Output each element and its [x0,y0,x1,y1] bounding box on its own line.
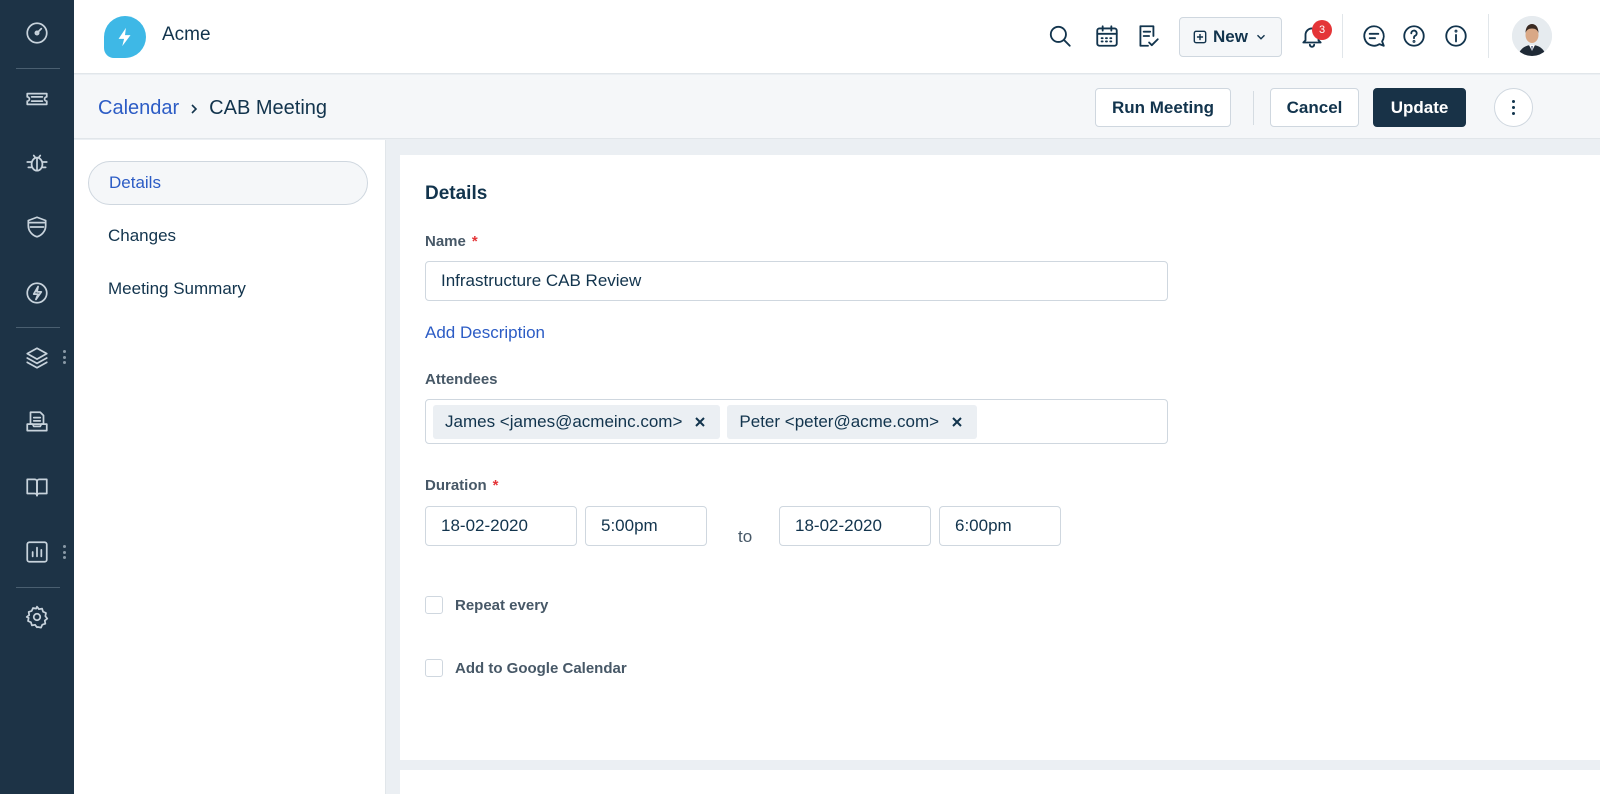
gear-icon[interactable] [22,602,52,632]
section-nav: Details Changes Meeting Summary [74,140,386,794]
to-label: to [738,527,753,546]
add-description-link[interactable]: Add Description [425,323,545,343]
bug-icon[interactable] [22,147,52,177]
section-title: Details [425,183,488,204]
lightning-icon[interactable] [22,278,52,308]
name-label-text: Name [425,233,466,250]
page-header: Calendar CAB Meeting Run Meeting Cancel … [74,75,1600,139]
calendar-icon[interactable] [1091,20,1123,52]
duration-label-text: Duration [425,477,487,494]
end-time-input[interactable] [939,506,1061,546]
breadcrumb: Calendar CAB Meeting [98,97,327,120]
header-divider [1253,91,1254,125]
ticket-icon[interactable] [22,84,52,114]
attendees-label: Attendees [425,371,498,388]
info-icon[interactable] [1440,20,1472,52]
avatar[interactable] [1512,16,1552,56]
rail-more-dots[interactable] [62,545,66,559]
topbar-divider [1488,14,1489,58]
run-meeting-button[interactable]: Run Meeting [1095,88,1231,127]
chevron-down-icon [1256,34,1265,40]
brand-logo-icon[interactable] [104,16,146,58]
attendee-tag-label: James <james@acmeinc.com> [445,411,683,431]
update-button[interactable]: Update [1373,88,1466,127]
repeat-every-label: Repeat every [455,596,549,614]
remove-tag-close-icon[interactable] [692,414,708,430]
more-options-button[interactable] [1494,88,1533,127]
remove-tag-close-icon[interactable] [949,414,965,430]
bar-chart-icon[interactable] [22,537,52,567]
cancel-button[interactable]: Cancel [1270,88,1359,127]
nav-item-details[interactable]: Details [88,161,368,205]
notification-badge: 3 [1312,20,1332,40]
repeat-every-checkbox[interactable] [425,596,443,614]
new-button[interactable]: New [1179,17,1282,57]
required-mark: * [492,477,499,494]
nav-item-meeting-summary[interactable]: Meeting Summary [88,267,368,311]
start-date-input[interactable] [425,506,577,546]
rail-more-dots[interactable] [62,350,66,364]
start-time-input[interactable] [585,506,707,546]
repeat-every-checkbox-row[interactable]: Repeat every [425,596,548,614]
chat-icon[interactable] [1358,20,1390,52]
layers-icon[interactable] [22,343,52,373]
rail-divider [16,587,60,588]
new-button-label: New [1213,27,1248,46]
duration-label: Duration * [425,477,499,494]
inbox-tray-icon[interactable] [22,407,52,437]
rail-divider [16,327,60,328]
topbar-divider [1342,14,1343,58]
attendees-input[interactable]: James <james@acmeinc.com> Peter <peter@a… [425,399,1168,444]
chevron-right-icon [191,103,198,114]
required-mark: * [471,233,478,250]
top-bar: Acme New 3 [74,0,1600,74]
next-card-edge [400,770,1600,794]
google-calendar-checkbox-row[interactable]: Add to Google Calendar [425,659,627,677]
name-label: Name * [425,233,478,250]
rail-divider [16,68,60,69]
kebab-icon [1512,106,1515,109]
google-calendar-label: Add to Google Calendar [455,659,627,677]
dashboard-gauge-icon[interactable] [22,18,52,48]
end-date-input[interactable] [779,506,931,546]
search-icon[interactable] [1044,20,1076,52]
left-rail [0,0,74,794]
brand-name: Acme [162,24,211,45]
page-title: CAB Meeting [209,97,328,119]
google-calendar-checkbox[interactable] [425,659,443,677]
book-icon[interactable] [22,472,52,502]
checklist-icon[interactable] [1132,20,1164,52]
nav-item-changes[interactable]: Changes [88,214,368,258]
details-card: Details Name* Add Description Attendees … [400,155,1600,760]
help-icon[interactable] [1398,20,1430,52]
app-root: Acme New 3 Calendar CAB Meeting Run Meet… [0,0,1600,794]
breadcrumb-calendar-link[interactable]: Calendar [98,97,179,120]
shield-icon[interactable] [22,212,52,242]
name-input[interactable] [425,261,1168,301]
plus-square-icon [1193,30,1207,44]
attendee-tag: Peter <peter@acme.com> [727,404,978,439]
attendee-tag-label: Peter <peter@acme.com> [739,411,940,431]
attendee-tag: James <james@acmeinc.com> [433,404,721,439]
